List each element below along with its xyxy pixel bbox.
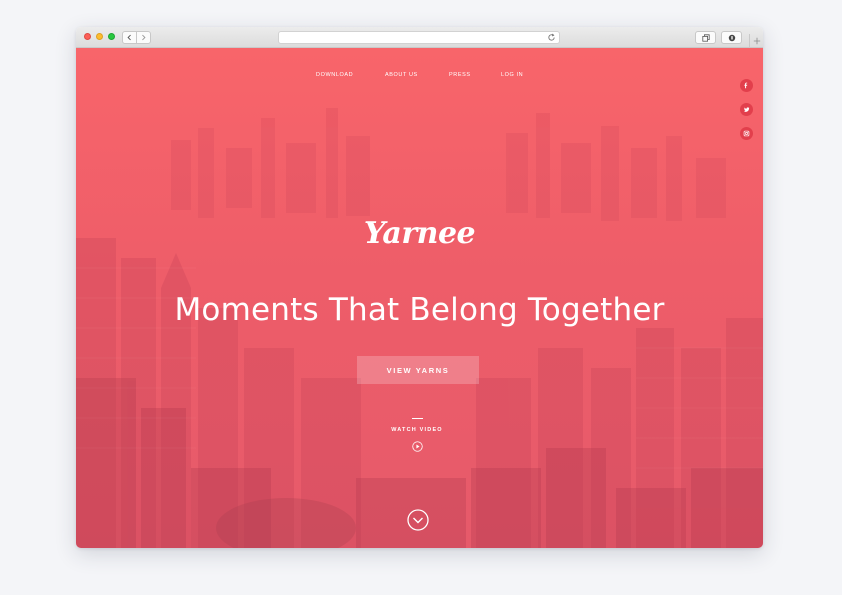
browser-window: DOWNLOAD ABOUT US PRESS LOG IN Yarnee Mo (76, 27, 763, 548)
twitter-icon[interactable] (740, 103, 753, 116)
twitter-glyph-icon (743, 107, 750, 112)
scroll-down-icon[interactable] (407, 509, 429, 531)
new-tab-icon (753, 37, 761, 45)
landing-page: DOWNLOAD ABOUT US PRESS LOG IN Yarnee Mo (76, 48, 763, 548)
tabs-icon (701, 33, 710, 42)
forward-icon (142, 34, 146, 41)
nav-log-in-link[interactable]: LOG IN (501, 72, 523, 78)
hero-headline: Moments That Belong Together (174, 292, 665, 328)
watch-video-link[interactable]: WATCH VIDEO (76, 427, 758, 433)
show-tabs-button[interactable] (695, 31, 716, 44)
instagram-glyph-icon (743, 130, 750, 137)
forward-button[interactable] (136, 31, 151, 44)
browser-toolbar (76, 27, 763, 48)
extension-icon (728, 34, 735, 41)
address-bar[interactable] (278, 31, 560, 44)
facebook-glyph-icon (744, 82, 748, 89)
view-yarns-button[interactable]: VIEW YARNS (357, 356, 479, 384)
play-icon[interactable] (412, 441, 423, 452)
nav-download-link[interactable]: DOWNLOAD (316, 72, 353, 78)
back-icon (127, 34, 131, 41)
minimize-window-button[interactable] (96, 33, 103, 40)
nav-press-link[interactable]: PRESS (449, 72, 471, 78)
zoom-window-button[interactable] (108, 33, 115, 40)
instagram-icon[interactable] (740, 127, 753, 140)
divider (412, 418, 423, 419)
close-window-button[interactable] (84, 33, 91, 40)
brand-logo: Yarnee (363, 216, 476, 251)
top-navigation: DOWNLOAD ABOUT US PRESS LOG IN (76, 72, 763, 82)
back-button[interactable] (122, 31, 137, 44)
nav-about-us-link[interactable]: ABOUT US (385, 72, 418, 78)
new-tab-button[interactable] (749, 34, 763, 48)
extension-button[interactable] (721, 31, 742, 44)
reload-icon[interactable] (547, 33, 556, 42)
facebook-icon[interactable] (740, 79, 753, 92)
